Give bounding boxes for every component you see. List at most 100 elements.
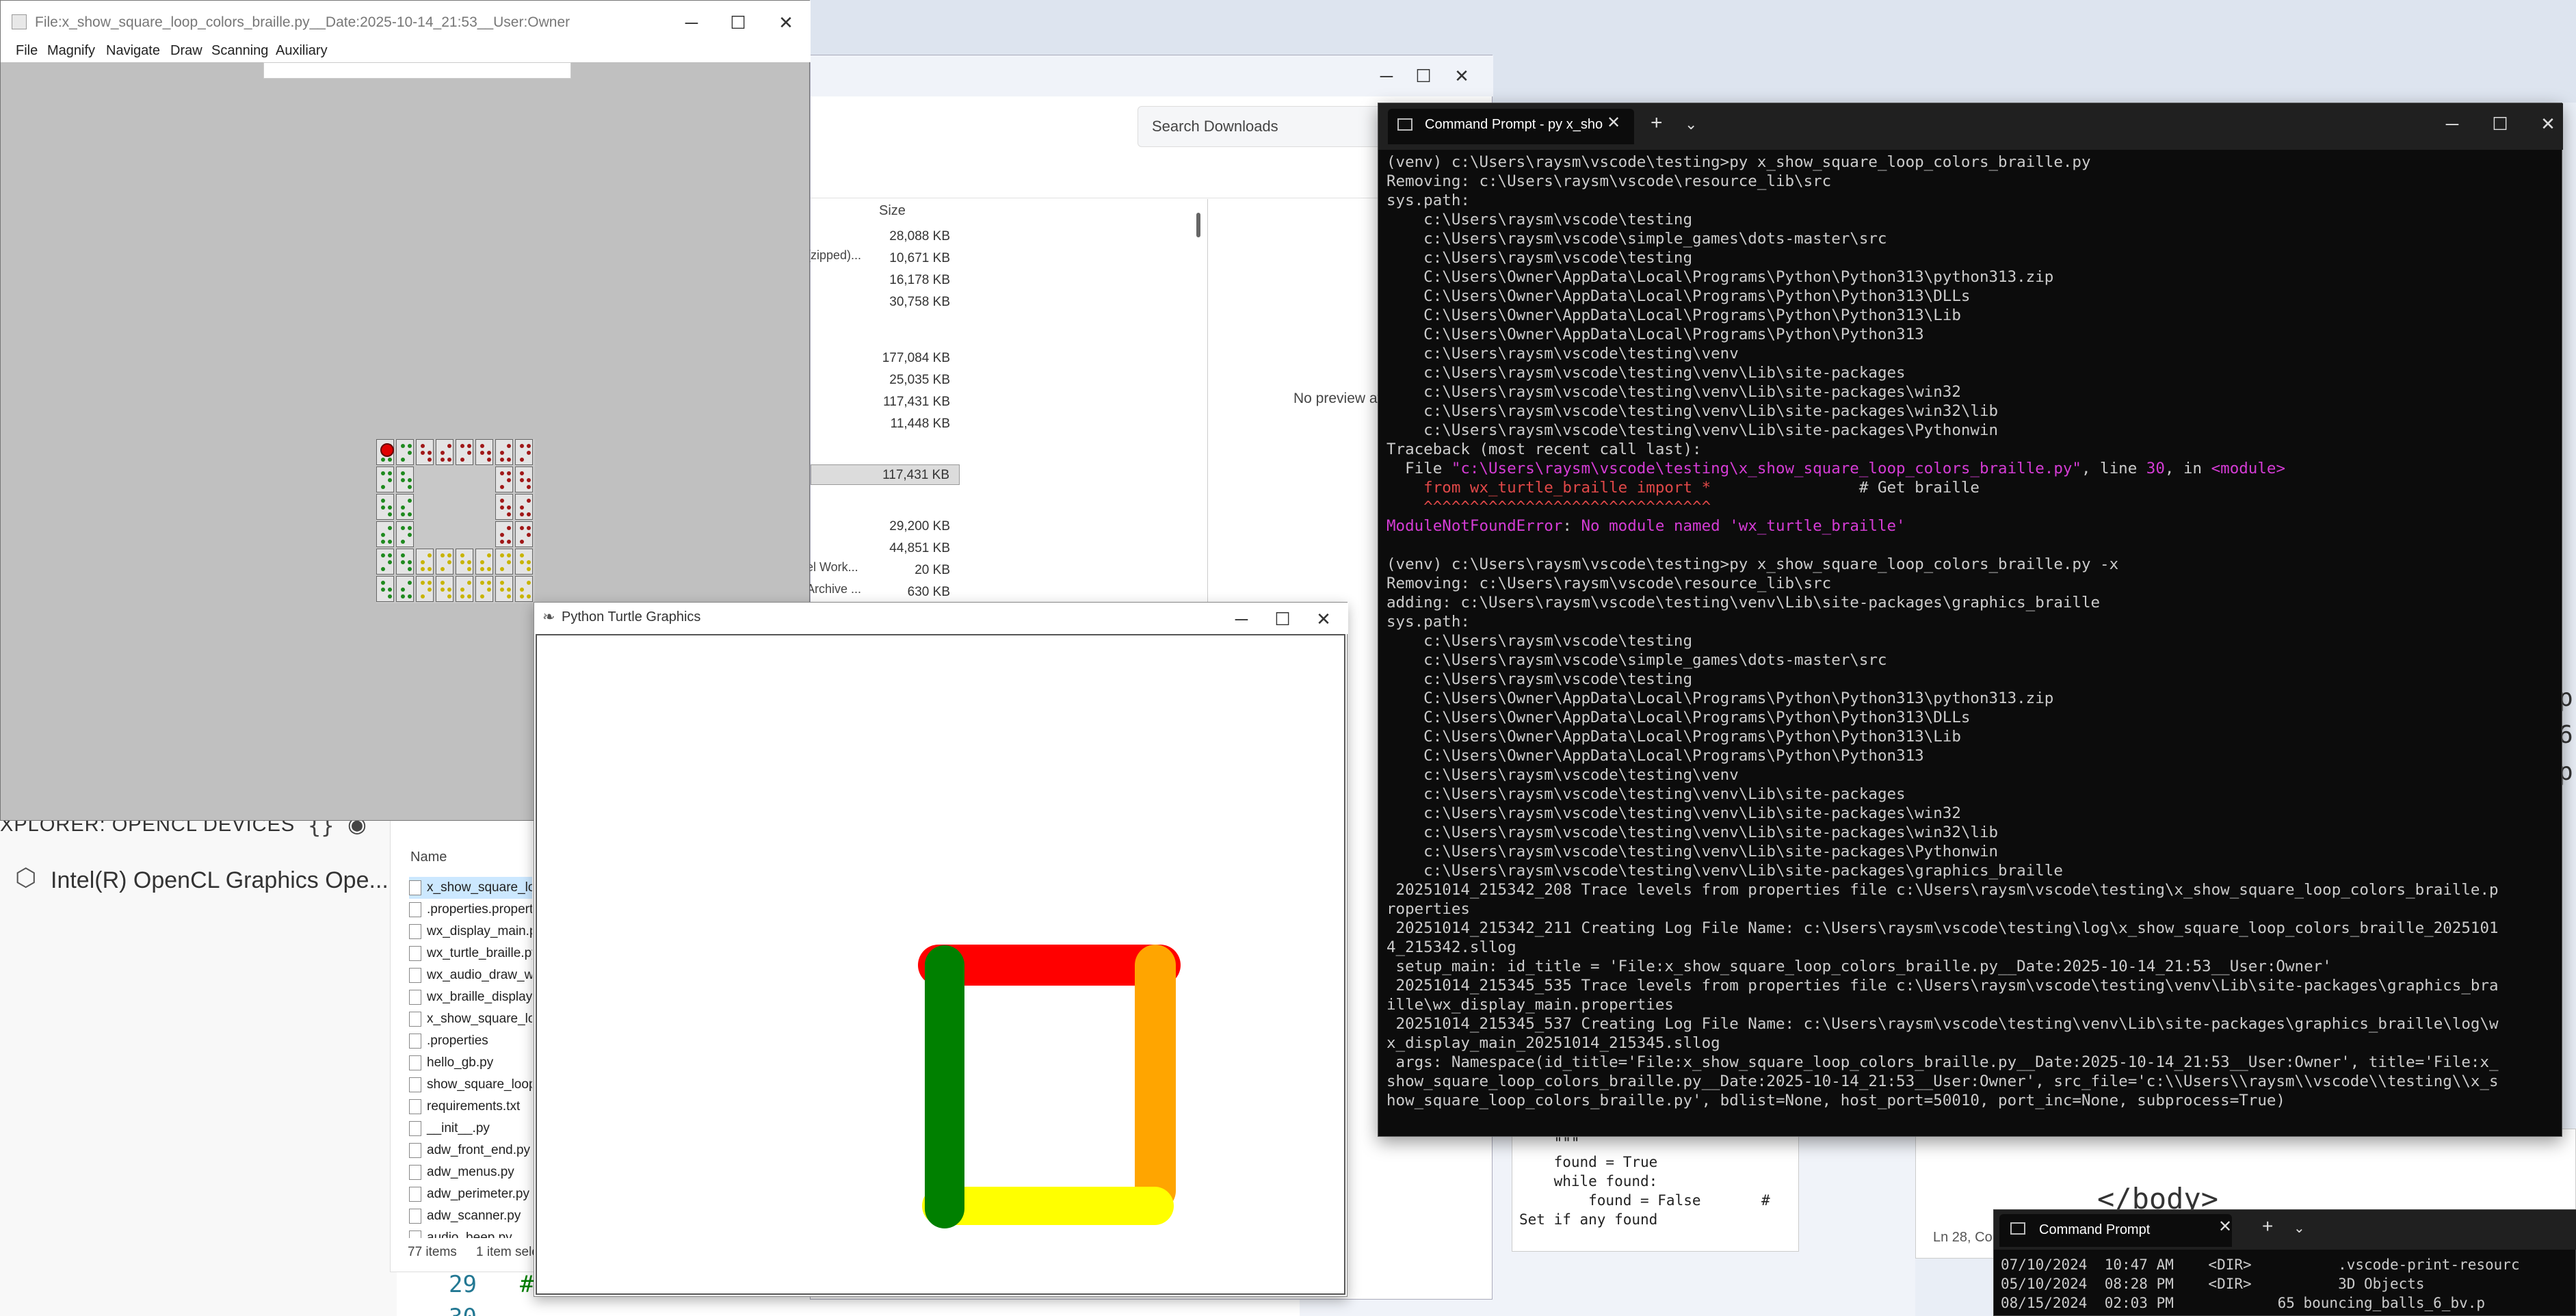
braille-close-button[interactable]: ✕: [765, 3, 806, 42]
braille-cell[interactable]: [475, 439, 493, 465]
braille-cell[interactable]: [456, 439, 473, 465]
file-item[interactable]: __init__.py: [409, 1118, 532, 1140]
braille-cell[interactable]: [475, 494, 493, 520]
braille-cell[interactable]: [376, 494, 394, 520]
braille-text-field[interactable]: [263, 62, 571, 79]
tab-close-icon[interactable]: ✕: [2218, 1217, 2232, 1237]
menu-navigate[interactable]: Navigate: [106, 43, 160, 59]
file-item[interactable]: adw_scanner.py: [409, 1205, 532, 1227]
braille-cell[interactable]: [475, 549, 493, 575]
braille-cell[interactable]: [515, 521, 533, 547]
braille-cell[interactable]: [416, 576, 434, 602]
braille-cell[interactable]: [456, 466, 473, 492]
menu-auxiliary[interactable]: Auxiliary: [276, 43, 328, 59]
braille-cell[interactable]: [416, 549, 434, 575]
braille-cell[interactable]: [495, 466, 513, 492]
braille-cell[interactable]: [416, 466, 434, 492]
braille-cell[interactable]: [396, 549, 414, 575]
opencl-device-item[interactable]: Intel(R) OpenCL Graphics Ope...: [51, 867, 389, 894]
braille-cell[interactable]: [416, 494, 434, 520]
braille-cell[interactable]: [396, 494, 414, 520]
file-item[interactable]: .properties: [409, 1030, 532, 1052]
braille-cell[interactable]: [436, 521, 454, 547]
cmd-maximize-button[interactable]: ☐: [2480, 103, 2521, 144]
braille-cell[interactable]: [495, 576, 513, 602]
name-column-header[interactable]: Name: [410, 850, 447, 865]
braille-cell[interactable]: [436, 549, 454, 575]
braille-cell[interactable]: [396, 466, 414, 492]
braille-cell[interactable]: [396, 439, 414, 465]
tab-close-icon[interactable]: ✕: [1607, 113, 1620, 133]
braille-cell[interactable]: [515, 494, 533, 520]
braille-cell[interactable]: [495, 521, 513, 547]
chevron-down-icon[interactable]: ⌄: [1685, 116, 1697, 133]
cmd-close-button[interactable]: ✕: [2527, 103, 2568, 144]
braille-cell[interactable]: [495, 549, 513, 575]
braille-dot: [500, 485, 504, 489]
file-icon: [409, 1033, 421, 1049]
braille-cell[interactable]: [495, 439, 513, 465]
file-item[interactable]: x_show_square_loo: [409, 1008, 532, 1030]
file-item[interactable]: .properties.propert: [409, 899, 532, 921]
menu-scanning[interactable]: Scanning: [211, 43, 268, 59]
braille-cell[interactable]: [515, 576, 533, 602]
braille-cell[interactable]: [436, 576, 454, 602]
braille-cell[interactable]: [456, 494, 473, 520]
explorer-maximize-button[interactable]: ☐: [1403, 55, 1444, 96]
menu-draw[interactable]: Draw: [170, 43, 202, 59]
file-item[interactable]: show_square_loop: [409, 1074, 532, 1096]
braille-maximize-button[interactable]: ☐: [718, 3, 759, 42]
file-item[interactable]: audio_beep.py: [409, 1227, 532, 1238]
turtle-minimize-button[interactable]: ─: [1221, 598, 1262, 640]
file-item[interactable]: hello_gb.py: [409, 1052, 532, 1074]
braille-cell[interactable]: [416, 439, 434, 465]
braille-cell[interactable]: [475, 576, 493, 602]
turtle-maximize-button[interactable]: ☐: [1262, 598, 1303, 640]
turtle-canvas[interactable]: [536, 634, 1345, 1295]
file-item[interactable]: wx_turtle_braille.py: [409, 943, 532, 964]
braille-cell[interactable]: [416, 521, 434, 547]
file-item[interactable]: adw_front_end.py: [409, 1140, 532, 1161]
braille-cell[interactable]: [456, 549, 473, 575]
chevron-down-icon[interactable]: ⌄: [2294, 1220, 2305, 1237]
new-tab-button[interactable]: +: [2262, 1215, 2273, 1237]
new-tab-button[interactable]: +: [1651, 111, 1663, 135]
file-item[interactable]: x_show_square_loo: [409, 877, 532, 899]
braille-cell[interactable]: [396, 576, 414, 602]
cmd-minimize-button[interactable]: ─: [2432, 103, 2473, 144]
braille-cell[interactable]: [376, 466, 394, 492]
braille-cell[interactable]: [495, 494, 513, 520]
braille-cell[interactable]: [376, 576, 394, 602]
scrollbar[interactable]: [1196, 213, 1200, 237]
file-item[interactable]: wx_audio_draw_wi: [409, 964, 532, 986]
braille-grid[interactable]: [376, 439, 535, 603]
size-cell-selected[interactable]: 117,431 KB: [811, 464, 960, 485]
braille-cell[interactable]: [475, 521, 493, 547]
explorer-close-button[interactable]: ✕: [1441, 55, 1482, 96]
braille-cell[interactable]: [436, 494, 454, 520]
braille-cell[interactable]: [515, 466, 533, 492]
braille-minimize-button[interactable]: ─: [671, 3, 712, 42]
braille-cell[interactable]: [456, 576, 473, 602]
braille-cell[interactable]: [436, 466, 454, 492]
menu-file[interactable]: File: [16, 43, 38, 59]
size-column-header[interactable]: Size: [879, 203, 906, 219]
menu-magnify[interactable]: Magnify: [47, 43, 95, 59]
file-item[interactable]: requirements.txt: [409, 1096, 532, 1118]
file-item[interactable]: wx_display_main.p: [409, 921, 532, 943]
braille-cell[interactable]: [456, 521, 473, 547]
braille-cell[interactable]: [515, 549, 533, 575]
file-item[interactable]: adw_menus.py: [409, 1161, 532, 1183]
braille-cell[interactable]: [376, 549, 394, 575]
braille-cell[interactable]: [515, 439, 533, 465]
braille-cell[interactable]: [376, 521, 394, 547]
braille-cell[interactable]: [436, 439, 454, 465]
terminal-output[interactable]: (venv) c:\Users\raysm\vscode\testing>py …: [1386, 153, 2549, 1124]
turtle-close-button[interactable]: ✕: [1303, 598, 1344, 640]
file-item[interactable]: wx_braille_display.p: [409, 986, 532, 1008]
explorer-minimize-button[interactable]: ─: [1366, 55, 1407, 96]
file-icon: [409, 1011, 421, 1027]
file-item[interactable]: adw_perimeter.py: [409, 1183, 532, 1205]
braille-cell[interactable]: [396, 521, 414, 547]
braille-cell[interactable]: [475, 466, 493, 492]
